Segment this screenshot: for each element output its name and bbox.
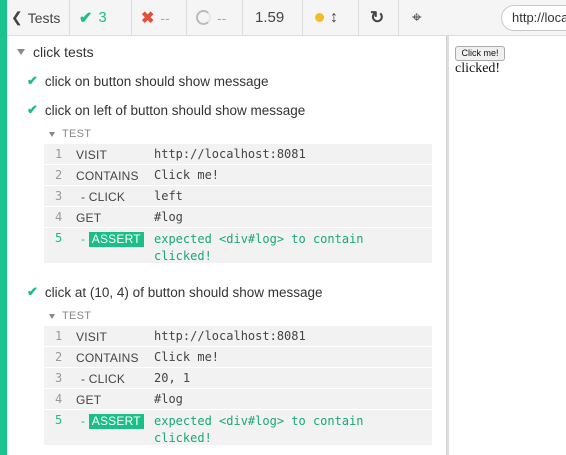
command-number: 2 xyxy=(55,168,63,182)
test-section-label: TEST xyxy=(62,128,92,140)
command-message: left xyxy=(154,189,183,203)
command-number: 2 xyxy=(55,350,63,364)
failed-count: ✖ -- xyxy=(132,0,187,36)
app-preview: Click me! clicked! xyxy=(449,36,566,455)
chevron-left-icon: ❮ xyxy=(11,9,23,25)
command-number: 1 xyxy=(55,329,63,343)
test-section-header[interactable]: TEST xyxy=(49,308,91,324)
test-title: click on left of button should show mess… xyxy=(44,102,306,118)
command-row[interactable]: 3 - CLICK left xyxy=(44,186,432,207)
child-dash: - xyxy=(81,232,86,246)
command-name-text: CLICK xyxy=(88,190,126,204)
command-number: 3 xyxy=(55,371,63,385)
url-bar[interactable]: http://localhost:8081 xyxy=(501,5,566,31)
child-dash: - xyxy=(81,372,86,386)
command-message: expected <div#log> to contain clicked! xyxy=(154,414,364,445)
reload-button[interactable]: ↻ xyxy=(359,0,399,36)
command-number: 4 xyxy=(55,210,63,224)
command-row[interactable]: 2 CONTAINS Click me! xyxy=(44,347,432,368)
command-name-text: CLICK xyxy=(88,372,126,386)
command-row-assert[interactable]: 5 - ASSERT expected <div#log> to contain… xyxy=(44,228,432,264)
check-icon: ✔ xyxy=(27,284,38,299)
suite-header[interactable]: click tests xyxy=(17,42,94,62)
crosshair-icon: ⌖ xyxy=(412,7,422,27)
spinner-icon xyxy=(196,10,211,25)
collapse-triangle-icon xyxy=(49,131,55,137)
command-name: VISIT xyxy=(76,330,108,344)
reload-icon: ↻ xyxy=(370,7,385,27)
pending-value: -- xyxy=(217,9,227,26)
check-icon: ✔ xyxy=(27,73,38,88)
command-name: - ASSERT xyxy=(81,414,144,429)
duration: 1.59 xyxy=(243,0,303,36)
reporter-toolbar: ❮ Tests ✔ 3 ✖ -- -- 1.59 ↕ ↻ ⌖ xyxy=(7,0,566,36)
child-dash: - xyxy=(81,190,86,204)
suite-title: click tests xyxy=(33,44,94,60)
tests-label: Tests xyxy=(27,9,61,26)
command-message: #log xyxy=(154,392,183,406)
command-number: 5 xyxy=(55,413,63,427)
command-message: 20, 1 xyxy=(154,371,191,385)
log-output: clicked! xyxy=(455,61,501,76)
command-name: CONTAINS xyxy=(76,169,139,183)
command-name: - CLICK xyxy=(81,372,125,386)
command-name: - ASSERT xyxy=(81,232,144,247)
command-message: Click me! xyxy=(154,350,220,364)
command-row-assert[interactable]: 5 - ASSERT expected <div#log> to contain… xyxy=(44,410,432,446)
x-icon: ✖ xyxy=(141,9,155,27)
command-row[interactable]: 1 VISIT http://localhost:8081 xyxy=(44,326,432,347)
command-number: 1 xyxy=(55,147,63,161)
selector-playground-button[interactable]: ⌖ xyxy=(399,0,443,36)
command-row[interactable]: 3 - CLICK 20, 1 xyxy=(44,368,432,389)
command-number: 4 xyxy=(55,392,63,406)
command-message: expected <div#log> to contain clicked! xyxy=(154,232,364,263)
test-section-header[interactable]: TEST xyxy=(49,126,91,142)
test-item[interactable]: ✔ click on button should show message xyxy=(27,71,269,91)
failed-value: -- xyxy=(160,9,170,26)
test-title: click on button should show message xyxy=(44,73,269,89)
assert-badge: ASSERT xyxy=(88,414,144,429)
check-icon: ✔ xyxy=(79,9,93,27)
command-name: GET xyxy=(76,393,102,407)
child-dash: - xyxy=(81,414,86,428)
assert-badge: ASSERT xyxy=(88,232,144,247)
test-item[interactable]: ✔ click at (10, 4) of button should show… xyxy=(27,282,323,302)
tests-back-button[interactable]: ❮ Tests xyxy=(7,0,70,36)
scroll-arrows-icon: ↕ xyxy=(330,8,338,26)
command-name: - CLICK xyxy=(81,190,125,204)
command-row[interactable]: 4 GET #log xyxy=(44,389,432,410)
status-accent-bar xyxy=(0,0,7,455)
collapse-triangle-icon xyxy=(49,313,55,319)
passed-value: 3 xyxy=(98,9,107,26)
test-title: click at (10, 4) of button should show m… xyxy=(44,284,323,300)
command-log: 1 VISIT http://localhost:8081 2 CONTAINS… xyxy=(44,326,432,446)
command-row[interactable]: 1 VISIT http://localhost:8081 xyxy=(44,144,432,165)
command-message: Click me! xyxy=(154,168,220,182)
command-row[interactable]: 4 GET #log xyxy=(44,207,432,228)
command-message: http://localhost:8081 xyxy=(154,147,306,161)
click-me-button[interactable]: Click me! xyxy=(455,46,505,61)
test-section-label: TEST xyxy=(62,310,92,322)
command-log: 1 VISIT http://localhost:8081 2 CONTAINS… xyxy=(44,144,432,264)
pending-count: -- xyxy=(187,0,243,36)
collapse-triangle-icon xyxy=(17,49,25,55)
auto-scroll-toggle[interactable]: ↕ xyxy=(303,0,359,36)
passed-count: ✔ 3 xyxy=(70,0,132,36)
command-message: http://localhost:8081 xyxy=(154,329,306,343)
dot-icon xyxy=(315,13,324,22)
command-name: GET xyxy=(76,211,102,225)
duration-value: 1.59 xyxy=(255,9,285,26)
command-row[interactable]: 2 CONTAINS Click me! xyxy=(44,165,432,186)
command-message: #log xyxy=(154,210,183,224)
test-item[interactable]: ✔ click on left of button should show me… xyxy=(27,100,305,120)
command-number: 5 xyxy=(55,231,63,245)
command-name: VISIT xyxy=(76,148,108,162)
command-name: CONTAINS xyxy=(76,351,139,365)
reporter-panel: click tests ✔ click on button should sho… xyxy=(7,36,446,455)
command-number: 3 xyxy=(55,189,63,203)
check-icon: ✔ xyxy=(27,102,38,117)
